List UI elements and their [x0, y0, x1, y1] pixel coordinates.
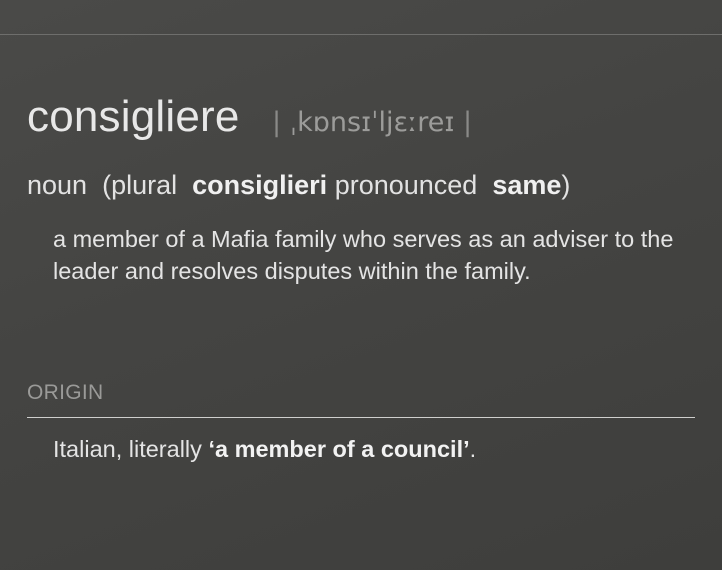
origin-label: ORIGIN [27, 381, 104, 404]
origin-text: Italian, literally ‘a member of a counci… [53, 436, 476, 463]
part-of-speech: noun [27, 170, 88, 200]
origin-divider [27, 417, 695, 418]
headword-row: consigliere | ˌkɒnsɪˈljɛːreɪ | [27, 92, 472, 142]
definition-text: a member of a Mafia family who serves as… [53, 226, 674, 284]
origin-quote: ‘a member of a council’ [208, 436, 470, 462]
pronounced-word: pronounced [334, 170, 478, 200]
pronunciation: | ˌkɒnsɪˈljɛːreɪ | [272, 107, 472, 138]
plural-open: (plural [102, 170, 178, 200]
plural-close: ) [561, 170, 571, 200]
pron-bar-left: | [272, 107, 282, 138]
plural-form: consiglieri [192, 170, 328, 200]
headword: consigliere [27, 92, 240, 141]
origin-suffix: . [469, 436, 477, 462]
pronounced-value: same [492, 170, 562, 200]
pron-bar-right: | [462, 107, 473, 138]
top-divider [0, 34, 722, 35]
part-of-speech-row: noun (plural consiglieri pronounced same… [27, 170, 570, 201]
origin-prefix: Italian, literally [53, 436, 202, 462]
dictionary-panel: { "entry": { "headword": "consigliere", … [0, 0, 722, 570]
pronunciation-text: ˌkɒnsɪˈljɛːreɪ [289, 107, 455, 138]
